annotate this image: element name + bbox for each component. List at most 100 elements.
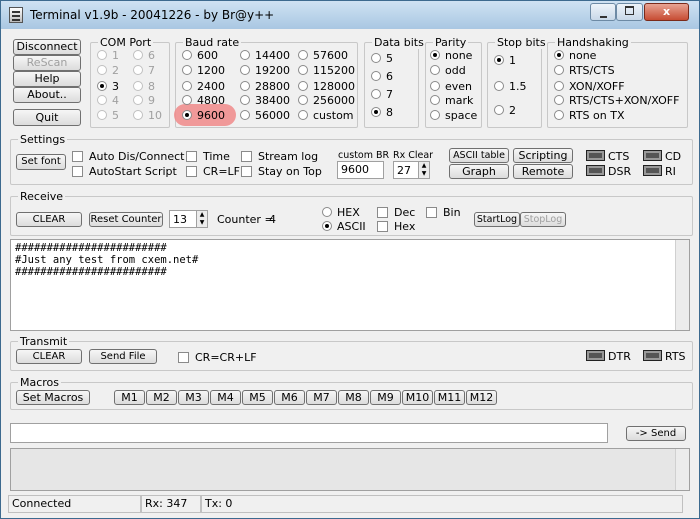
rts-indicator[interactable]: RTS [643,350,686,363]
restore-button[interactable] [616,3,643,21]
com-port-4-radio[interactable]: 4 [97,94,119,107]
stay-on-top-checkbox[interactable]: Stay on Top [241,165,322,178]
custom-br-input[interactable]: 9600 [337,161,384,179]
receive-text-area[interactable]: ######################## #Just any test … [10,239,690,331]
send-button[interactable]: -> Send [626,426,686,441]
set-font-button[interactable]: Set font [16,154,66,170]
com-port-9-radio[interactable]: 9 [133,94,155,107]
cr-crlf-checkbox[interactable]: CR=CR+LF [178,351,257,364]
com-port-7-radio[interactable]: 7 [133,64,155,77]
stream-log-checkbox[interactable]: Stream log [241,150,318,163]
stop-bits-1-radio[interactable]: 1 [494,54,516,67]
macro-button-m4[interactable]: M4 [210,390,241,405]
auto-dis-connect-checkbox[interactable]: Auto Dis/Connect [72,150,184,163]
baud-56000-radio[interactable]: 56000 [240,109,290,122]
macro-button-m9[interactable]: M9 [370,390,401,405]
handshaking-rts-cts-radio[interactable]: RTS/CTS [554,64,615,77]
parity-space-radio[interactable]: space [430,109,477,122]
handshaking-rts-on-tx-radio[interactable]: RTS on TX [554,109,625,122]
baud-14400-radio[interactable]: 14400 [240,49,290,62]
set-macros-button[interactable]: Set Macros [16,390,90,405]
baud-28800-radio[interactable]: 28800 [240,80,290,93]
transmit-title: Transmit [18,335,70,348]
com-port-6-radio[interactable]: 6 [133,49,155,62]
data-bits-5-radio[interactable]: 5 [371,52,393,65]
receive-ascii-radio[interactable]: ASCII [322,220,366,233]
cr-lf-checkbox[interactable]: CR=LF [186,165,240,178]
baud-115200-radio[interactable]: 115200 [298,64,355,77]
parity-none-radio[interactable]: none [430,49,472,62]
handshaking-xon-xoff-radio[interactable]: XON/XOFF [554,80,625,93]
com-port-5-radio[interactable]: 5 [97,109,119,122]
handshaking-none-radio[interactable]: none [554,49,596,62]
macro-button-m12[interactable]: M12 [466,390,497,405]
start-log-button[interactable]: StartLog [474,212,520,227]
receive-hex-radio[interactable]: HEX [322,206,360,219]
macro-button-m7[interactable]: M7 [306,390,337,405]
reset-counter-button[interactable]: Reset Counter [89,212,163,227]
transmit-clear-button[interactable]: CLEAR [16,349,82,364]
parity-odd-radio[interactable]: odd [430,64,466,77]
help-button[interactable]: Help [13,71,81,87]
baud-4800-radio[interactable]: 4800 [182,94,225,107]
data-bits-7-radio[interactable]: 7 [371,88,393,101]
bin-checkbox[interactable]: Bin [426,206,461,219]
receive-scrollbar[interactable] [675,240,689,330]
data-bits-8-radio[interactable]: 8 [371,106,393,119]
autostart-script-checkbox[interactable]: AutoStart Script [72,165,177,178]
quit-button[interactable]: Quit [13,109,81,126]
baud-57600-radio[interactable]: 57600 [298,49,348,62]
baud-256000-radio[interactable]: 256000 [298,94,355,107]
data-bits-6-radio[interactable]: 6 [371,70,393,83]
hex-checkbox[interactable]: Hex [377,220,415,233]
macro-button-m3[interactable]: M3 [178,390,209,405]
stop-bits-1.5-radio[interactable]: 1.5 [494,80,527,93]
minimize-button[interactable] [590,3,616,21]
baud-38400-radio[interactable]: 38400 [240,94,290,107]
close-button[interactable]: x [644,3,689,21]
baud-600-radio[interactable]: 600 [182,49,218,62]
ascii-table-button[interactable]: ASCII table [449,148,509,163]
rescan-button[interactable]: ReScan [13,55,81,71]
scripting-button[interactable]: Scripting [513,148,573,163]
baud-128000-radio[interactable]: 128000 [298,80,355,93]
macro-button-m8[interactable]: M8 [338,390,369,405]
baud-2400-radio[interactable]: 2400 [182,80,225,93]
stop-log-button[interactable]: StopLog [520,212,566,227]
spinner-arrows-icon[interactable]: ▲ ▼ [418,162,429,178]
graph-button[interactable]: Graph [449,164,509,179]
macro-button-m5[interactable]: M5 [242,390,273,405]
parity-even-radio[interactable]: even [430,80,472,93]
stop-bits-2-radio[interactable]: 2 [494,104,516,117]
about-button[interactable]: About.. [13,87,81,103]
parity-mark-radio[interactable]: mark [430,94,473,107]
baud-9600-radio[interactable]: 9600 [182,109,225,122]
dtr-indicator[interactable]: DTR [586,350,631,363]
com-port-10-radio[interactable]: 10 [133,109,162,122]
com-port-1-radio[interactable]: 1 [97,49,119,62]
time-checkbox[interactable]: Time [186,150,230,163]
dec-checkbox[interactable]: Dec [377,206,415,219]
com-port-2-radio[interactable]: 2 [97,64,119,77]
macro-button-m2[interactable]: M2 [146,390,177,405]
macro-button-m10[interactable]: M10 [402,390,433,405]
macro-button-m6[interactable]: M6 [274,390,305,405]
disconnect-button[interactable]: Disconnect [13,39,81,55]
com-port-8-radio[interactable]: 8 [133,80,155,93]
spinner-arrows-icon[interactable]: ▲ ▼ [196,211,207,227]
remote-button[interactable]: Remote [513,164,573,179]
baud-custom-radio[interactable]: custom [298,109,354,122]
baud-1200-radio[interactable]: 1200 [182,64,225,77]
handshaking-rts-cts-xon-xoff-radio[interactable]: RTS/CTS+XON/XOFF [554,94,679,107]
transmit-scrollbar[interactable] [675,449,689,490]
counter-spinner[interactable]: 13 ▲ ▼ [169,210,208,228]
send-file-button[interactable]: Send File [89,349,157,364]
transmit-text-area[interactable] [10,448,690,491]
macro-button-m11[interactable]: M11 [434,390,465,405]
baud-19200-radio[interactable]: 19200 [240,64,290,77]
com-port-3-radio[interactable]: 3 [97,80,119,93]
receive-clear-button[interactable]: CLEAR [16,212,82,227]
rx-clear-spinner[interactable]: 27 ▲ ▼ [393,161,430,179]
macro-button-m1[interactable]: M1 [114,390,145,405]
send-input[interactable] [10,423,608,443]
